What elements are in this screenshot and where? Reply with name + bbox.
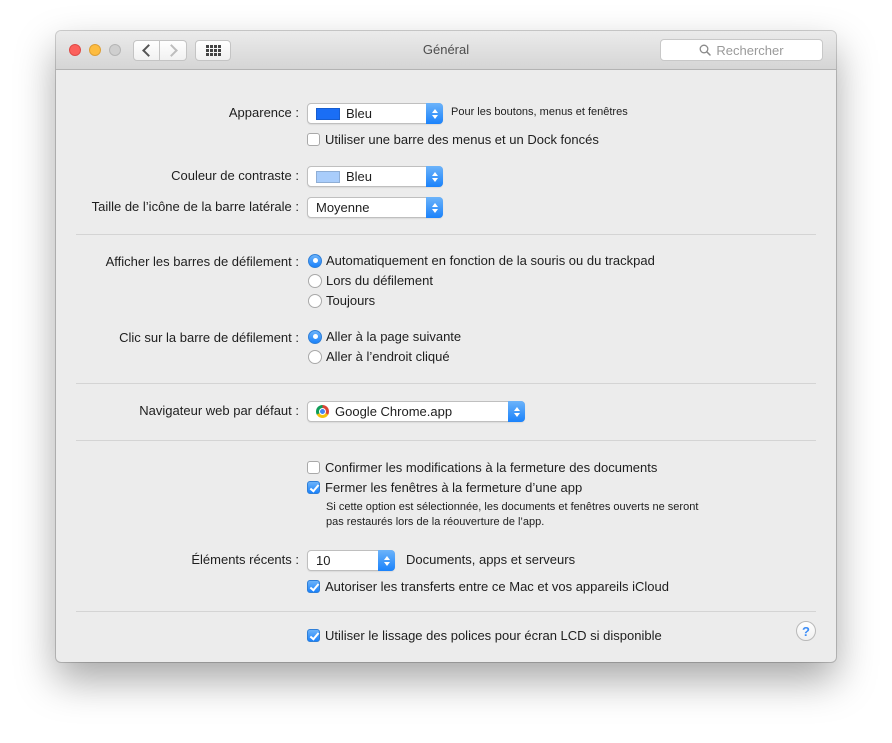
- scrollbars-option-label: Automatiquement en fonction de la souris…: [326, 253, 655, 268]
- font-smoothing-checkbox[interactable]: [307, 629, 320, 642]
- handoff-row[interactable]: Autoriser les transferts entre ce Mac et…: [307, 579, 669, 594]
- appearance-note: Pour les boutons, menus et fenêtres: [451, 106, 628, 118]
- scroll-click-radio-next-page[interactable]: [308, 329, 322, 344]
- popup-arrows-icon: [508, 401, 525, 422]
- help-button[interactable]: ?: [796, 621, 816, 641]
- appearance-label: Apparence :: [228, 105, 299, 120]
- recent-items-popup[interactable]: 10: [307, 550, 395, 571]
- recent-items-suffix: Documents, apps et serveurs: [406, 552, 576, 567]
- close-windows-checkbox[interactable]: [307, 481, 320, 494]
- scrollbars-radio-auto[interactable]: [308, 253, 322, 268]
- scrollbars-radio-always[interactable]: [308, 293, 322, 308]
- close-windows-note-line2: pas restaurés lors de la réouverture de …: [326, 516, 545, 528]
- highlight-label: Couleur de contraste :: [171, 168, 299, 183]
- search-icon: [699, 44, 712, 56]
- scrollbars-label: Afficher les barres de défilement :: [105, 254, 299, 269]
- sidebar-icon-popup[interactable]: Moyenne: [307, 197, 443, 218]
- scrollbars-option-label: Lors du défilement: [326, 273, 433, 288]
- scroll-click-radio-spot[interactable]: [308, 349, 322, 364]
- highlight-popup[interactable]: Bleu: [307, 166, 443, 187]
- scroll-click-option-next-page[interactable]: Aller à la page suivante: [308, 329, 461, 344]
- scroll-click-option-spot[interactable]: Aller à l’endroit cliqué: [308, 349, 450, 364]
- scrollbars-option-always[interactable]: Toujours: [308, 293, 375, 308]
- popup-arrows-icon: [426, 166, 443, 187]
- title-bar: Général Rechercher: [56, 31, 836, 70]
- search-placeholder: Rechercher: [716, 42, 784, 58]
- browser-label: Navigateur web par défaut :: [139, 403, 299, 418]
- divider: [76, 440, 816, 441]
- preferences-content: Apparence : Bleu Pour les boutons, menus…: [56, 70, 836, 662]
- close-windows-note-line1: Si cette option est sélectionnée, les do…: [326, 501, 699, 513]
- scrollbars-option-label: Toujours: [326, 293, 376, 308]
- handoff-label: Autoriser les transferts entre ce Mac et…: [325, 579, 669, 594]
- scrollbars-option-auto[interactable]: Automatiquement en fonction de la souris…: [308, 253, 655, 268]
- scroll-click-option-label: Aller à la page suivante: [326, 329, 462, 344]
- font-smoothing-label: Utiliser le lissage des polices pour écr…: [325, 628, 662, 643]
- divider: [76, 611, 816, 612]
- popup-arrows-icon: [426, 197, 443, 218]
- search-field[interactable]: Rechercher: [660, 39, 823, 61]
- browser-value: Google Chrome.app: [335, 404, 453, 419]
- recent-items-label: Éléments récents :: [191, 552, 299, 567]
- divider: [76, 383, 816, 384]
- sidebar-icon-value: Moyenne: [316, 200, 370, 215]
- appearance-swatch: [316, 107, 340, 120]
- confirm-changes-row[interactable]: Confirmer les modifications à la fermetu…: [307, 460, 657, 475]
- close-windows-label: Fermer les fenêtres à la fermeture d’une…: [325, 480, 583, 495]
- scrollbars-option-scrolling[interactable]: Lors du défilement: [308, 273, 433, 288]
- scroll-click-option-label: Aller à l’endroit cliqué: [326, 349, 450, 364]
- recent-items-value: 10: [316, 553, 331, 568]
- sidebar-icon-label: Taille de l’icône de la barre latérale :: [91, 199, 299, 214]
- popup-arrows-icon: [426, 103, 443, 124]
- scrollbars-radio-scrolling[interactable]: [308, 273, 322, 288]
- font-smoothing-row[interactable]: Utiliser le lissage des polices pour écr…: [307, 628, 662, 643]
- appearance-popup[interactable]: Bleu: [307, 103, 443, 124]
- divider: [76, 234, 816, 235]
- dark-menu-checkbox[interactable]: [307, 133, 320, 146]
- highlight-value: Bleu: [346, 169, 373, 184]
- chrome-icon: [316, 405, 329, 418]
- dark-menu-label: Utiliser une barre des menus et un Dock …: [325, 132, 599, 147]
- scroll-click-label: Clic sur la barre de défilement :: [119, 330, 299, 345]
- help-icon: ?: [802, 623, 810, 639]
- handoff-checkbox[interactable]: [307, 580, 320, 593]
- popup-arrows-icon: [378, 550, 395, 571]
- close-windows-row[interactable]: Fermer les fenêtres à la fermeture d’une…: [307, 480, 582, 495]
- dark-menu-checkbox-row[interactable]: Utiliser une barre des menus et un Dock …: [307, 132, 599, 147]
- highlight-swatch: [316, 170, 340, 183]
- confirm-changes-label: Confirmer les modifications à la fermetu…: [325, 460, 658, 475]
- confirm-changes-checkbox[interactable]: [307, 461, 320, 474]
- preferences-window: Général Rechercher Apparence : Bleu Pour…: [56, 31, 836, 662]
- appearance-value: Bleu: [346, 106, 373, 121]
- browser-popup[interactable]: Google Chrome.app: [307, 401, 525, 422]
